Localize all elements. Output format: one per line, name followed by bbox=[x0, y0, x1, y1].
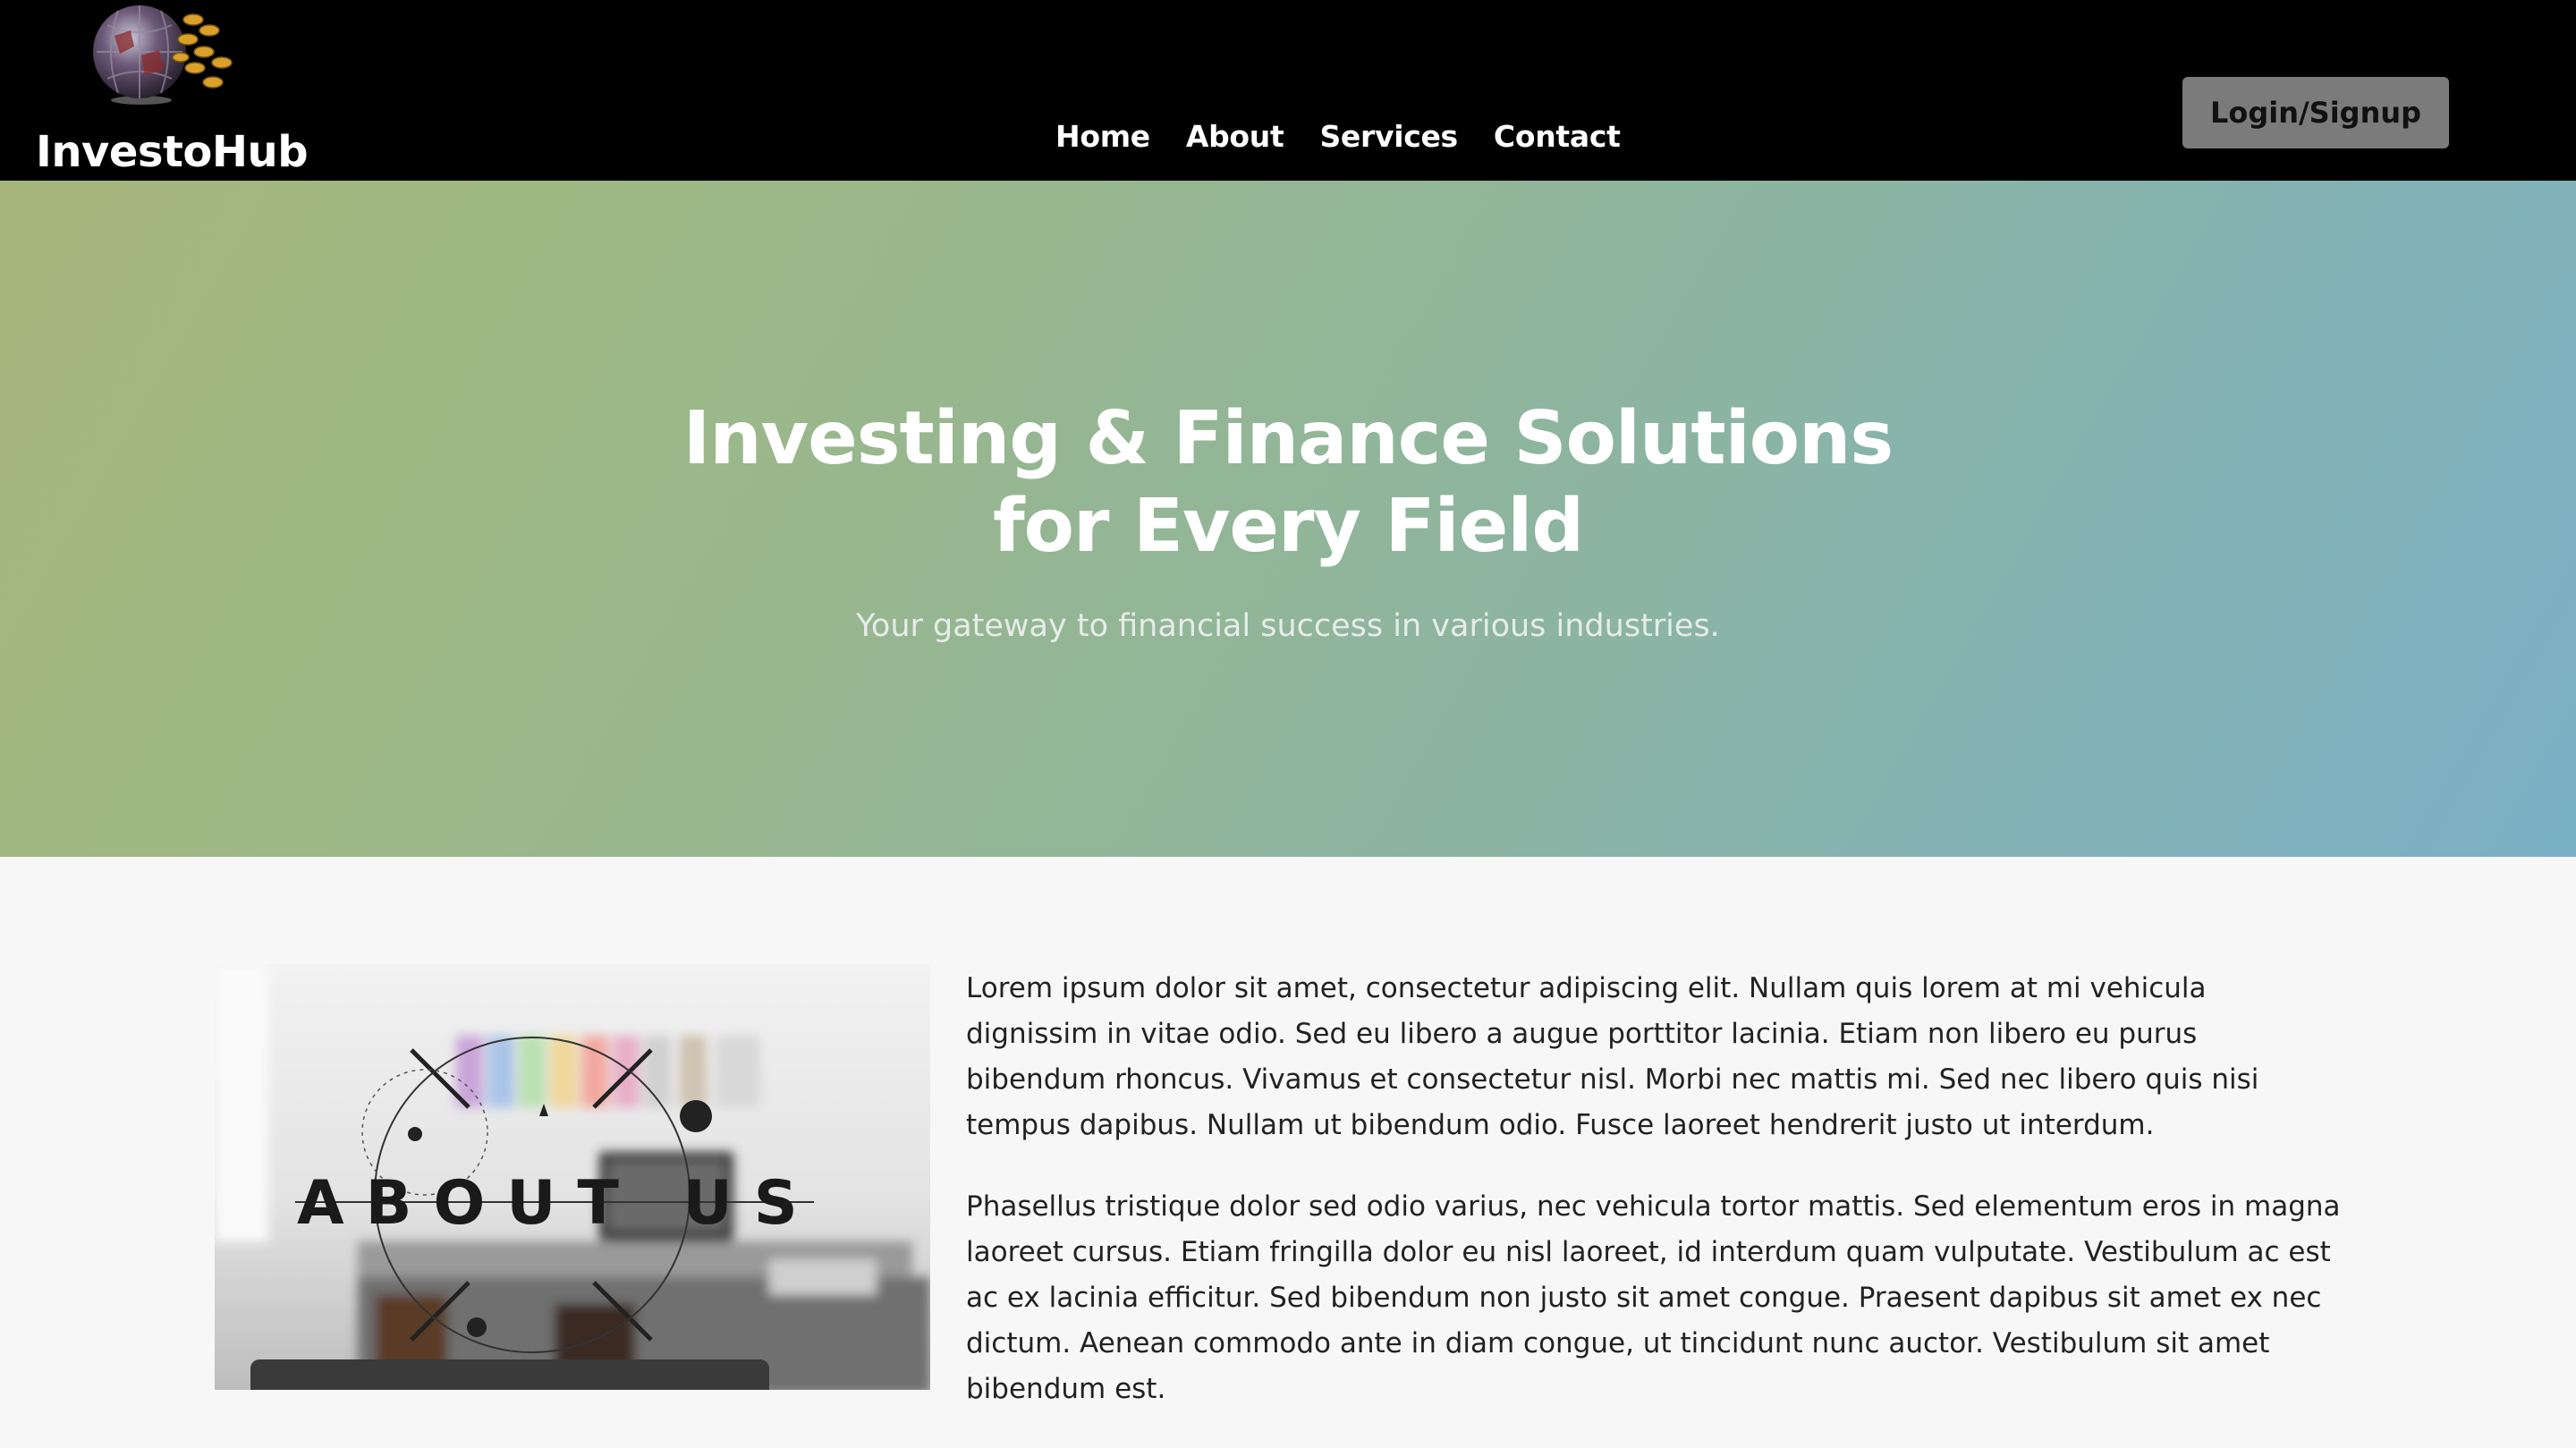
nav-link-home[interactable]: Home bbox=[1055, 119, 1150, 154]
login-signup-button[interactable]: Login/Signup bbox=[2182, 77, 2449, 148]
main-nav: Home About Services Contact bbox=[1055, 114, 1621, 157]
about-paragraph-2: Phasellus tristique dolor sed odio variu… bbox=[966, 1190, 2341, 1405]
hero-subtitle: Your gateway to financial success in var… bbox=[856, 608, 1720, 644]
site-header: InvestoHub Home About Services Contact L… bbox=[0, 0, 2576, 181]
nav-link-about[interactable]: About bbox=[1186, 119, 1284, 154]
globe-coins-logo-icon[interactable] bbox=[88, 0, 240, 106]
hero-title-line-2: for Every Field bbox=[992, 484, 1584, 569]
hero-title-line-1: Investing & Finance Solutions bbox=[682, 396, 1894, 481]
about-paragraph-1: Lorem ipsum dolor sit amet, consectetur … bbox=[966, 972, 2259, 1141]
hero-title: Investing & Finance Solutions for Every … bbox=[0, 395, 2576, 571]
nav-link-services[interactable]: Services bbox=[1319, 119, 1458, 154]
about-text: Lorem ipsum dolor sit amet, consectetur … bbox=[966, 966, 2343, 1448]
about-us-illustration: ABOUT US bbox=[215, 964, 930, 1390]
hero-section: Investing & Finance Solutions for Every … bbox=[0, 181, 2576, 857]
about-us-image-caption: ABOUT US bbox=[297, 1168, 819, 1239]
nav-link-contact[interactable]: Contact bbox=[1494, 119, 1621, 154]
about-us-image: ABOUT US bbox=[215, 964, 930, 1390]
brand-name[interactable]: InvestoHub bbox=[36, 125, 309, 179]
